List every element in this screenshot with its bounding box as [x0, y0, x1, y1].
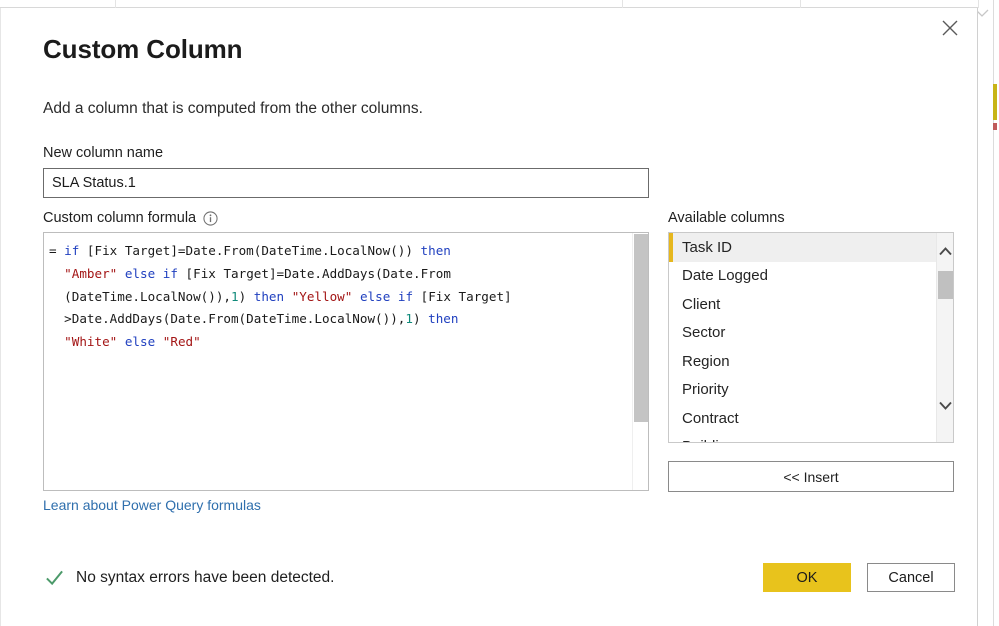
list-item[interactable]: Priority — [669, 376, 937, 405]
formula-token-kw: else — [124, 334, 156, 350]
formula-token-str: "Red" — [162, 334, 201, 350]
available-columns-list[interactable]: Task ID Date Logged Client Sector Region Prio… — [668, 232, 954, 443]
list-item[interactable]: Building — [669, 433, 937, 442]
background-tick — [800, 0, 801, 8]
columns-scrollbar-thumb[interactable] — [938, 271, 953, 299]
formula-token-plain — [352, 289, 360, 304]
formula-token-kw: if — [64, 243, 80, 258]
list-item-label: Sector — [682, 324, 726, 342]
list-item-label: Contract — [682, 409, 739, 427]
list-item[interactable]: Task ID — [669, 233, 937, 262]
formula-token-str: "Yellow" — [291, 288, 353, 304]
available-columns-items[interactable]: Task ID Date Logged Client Sector Region Prio… — [669, 233, 937, 442]
formula-code-text[interactable]: = if [Fix Target]=Date.From(DateTime.Loc… — [44, 233, 627, 490]
formula-scrollbar-thumb[interactable] — [634, 234, 648, 422]
formula-token-plain — [155, 334, 163, 349]
formula-token-kw: if — [397, 288, 414, 304]
formula-token-kw: then — [428, 311, 459, 327]
formula-token-kw: then — [253, 288, 285, 304]
formula-token-plain: ) — [238, 288, 254, 304]
new-column-name-input[interactable] — [43, 168, 649, 198]
formula-token-num: 1 — [405, 311, 413, 327]
formula-token-plain — [117, 334, 125, 349]
background-strip-marker-yellow — [993, 84, 997, 120]
check-icon — [46, 570, 63, 586]
background-tick — [115, 0, 116, 8]
formula-token-plain — [49, 266, 64, 281]
close-glyph — [942, 20, 958, 36]
background-tick — [622, 0, 623, 8]
syntax-status: No syntax errors have been detected. — [45, 568, 334, 587]
page-title: Custom Column — [43, 34, 243, 64]
chevron-down-glyph — [939, 401, 952, 410]
list-item[interactable]: Contract — [669, 404, 937, 433]
list-item[interactable]: Region — [669, 347, 937, 376]
columns-scrollbar[interactable] — [936, 233, 953, 442]
new-column-name-label: New column name — [43, 145, 164, 161]
custom-column-formula-label: Custom column formula — [43, 210, 218, 226]
close-icon[interactable] — [929, 11, 971, 45]
status-badge: No syntax errors have been detected. — [76, 568, 335, 586]
formula-token-num: 1 — [230, 288, 239, 304]
list-item-label: Region — [682, 352, 730, 370]
list-item[interactable]: Date Logged — [669, 262, 937, 291]
list-item-label: Building — [682, 438, 735, 442]
screen: Custom Column Add a column that is compu… — [0, 0, 999, 626]
list-item[interactable]: Client — [669, 290, 937, 319]
formula-token-plain — [117, 266, 125, 281]
chevron-up-icon[interactable] — [937, 239, 953, 263]
formula-token-kw: then — [420, 243, 451, 258]
formula-token-plain: ) — [412, 311, 429, 327]
available-columns-label: Available columns — [668, 210, 785, 226]
formula-editor[interactable]: = if [Fix Target]=Date.From(DateTime.Loc… — [43, 232, 649, 491]
list-item-label: Client — [682, 295, 721, 313]
background-tick — [978, 0, 979, 8]
formula-token-plain: [Fix Target]=Date.From(DateTime.LocalNow… — [79, 243, 421, 258]
formula-scrollbar[interactable] — [632, 233, 648, 490]
formula-token-kw: else — [359, 288, 391, 304]
formula-token-kw: else — [124, 265, 156, 281]
formula-token-plain — [284, 289, 292, 304]
list-item-label: Priority — [682, 381, 729, 399]
formula-token-str: "Amber" — [64, 265, 118, 281]
list-item-label: Task ID — [682, 238, 733, 256]
formula-token-plain — [390, 289, 398, 304]
formula-token-kw: if — [162, 265, 178, 281]
background-strip-marker-red — [993, 123, 997, 130]
formula-token-plain — [49, 334, 64, 349]
insert-button[interactable]: << Insert — [668, 461, 954, 492]
formula-token-str: "White" — [64, 334, 118, 350]
dialog-subtitle: Add a column that is computed from the o… — [43, 100, 423, 117]
ok-button[interactable]: OK — [763, 563, 851, 592]
cancel-button[interactable]: Cancel — [867, 563, 955, 592]
chevron-up-glyph — [939, 246, 952, 255]
info-icon[interactable] — [203, 210, 218, 226]
list-item[interactable]: Sector — [669, 319, 937, 348]
formula-token-plain: = — [49, 243, 65, 258]
list-item-label: Date Logged — [682, 267, 768, 285]
custom-column-dialog: Custom Column Add a column that is compu… — [0, 8, 978, 626]
formula-token-plain — [155, 266, 163, 281]
chevron-down-icon[interactable] — [937, 393, 953, 417]
formula-label-text: Custom column formula — [43, 210, 197, 226]
learn-power-query-link[interactable]: Learn about Power Query formulas — [43, 497, 261, 513]
